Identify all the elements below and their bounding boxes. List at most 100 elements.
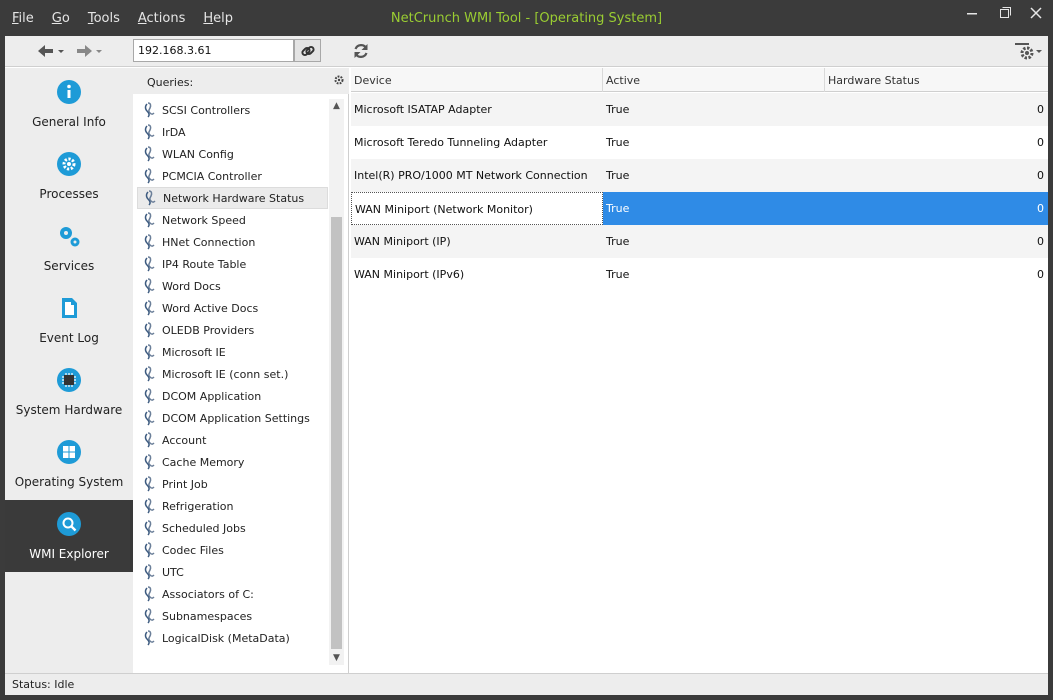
query-item[interactable]: HNet Connection — [137, 231, 328, 253]
menu-actions[interactable]: Actions — [138, 11, 186, 26]
nav-event-log[interactable]: Event Log — [5, 284, 133, 356]
query-item[interactable]: IrDA — [137, 121, 328, 143]
view-settings-button[interactable] — [1012, 40, 1044, 62]
query-item[interactable]: Scheduled Jobs — [137, 517, 328, 539]
query-item[interactable]: Cache Memory — [137, 451, 328, 473]
cell-active[interactable]: True — [603, 258, 825, 291]
query-item[interactable]: Microsoft IE (conn set.) — [137, 363, 328, 385]
nav-processes[interactable]: Processes — [5, 140, 133, 212]
menu-go[interactable]: Go — [52, 11, 70, 26]
table-row[interactable]: WAN Miniport (IP) True 0 — [351, 225, 1048, 258]
query-item[interactable]: LogicalDisk (MetaData) — [137, 627, 328, 649]
cell-device[interactable]: Microsoft Teredo Tunneling Adapter — [351, 126, 603, 159]
query-item[interactable]: Print Job — [137, 473, 328, 495]
nav-services[interactable]: Services — [5, 212, 133, 284]
grid-header: Device Active Hardware Status — [351, 68, 1048, 92]
connect-button[interactable] — [294, 39, 321, 62]
query-label: Scheduled Jobs — [162, 521, 246, 535]
menu-file[interactable]: File — [12, 11, 34, 26]
cell-hardware-status[interactable]: 0 — [825, 159, 1048, 192]
query-item[interactable]: Network Speed — [137, 209, 328, 231]
back-button[interactable] — [33, 40, 69, 62]
query-item[interactable]: Subnamespaces — [137, 605, 328, 627]
column-device[interactable]: Device — [351, 68, 603, 92]
scroll-thumb[interactable] — [331, 217, 342, 649]
query-icon — [144, 366, 155, 382]
cell-active[interactable]: True — [603, 93, 825, 126]
nav-system-hardware[interactable]: System Hardware — [5, 356, 133, 428]
nav-wmi-explorer[interactable]: WMI Explorer — [5, 500, 133, 572]
menu-tools[interactable]: Tools — [88, 11, 120, 26]
query-item[interactable]: DCOM Application — [137, 385, 328, 407]
query-item[interactable]: SCSI Controllers — [137, 99, 328, 121]
query-icon — [144, 278, 155, 294]
query-item[interactable]: OLEDB Providers — [137, 319, 328, 341]
query-item[interactable]: Network Hardware Status — [137, 187, 328, 209]
query-label: Network Speed — [162, 213, 246, 227]
cell-device[interactable]: WAN Miniport (Network Monitor) — [351, 192, 603, 225]
link-icon — [300, 45, 315, 56]
column-hardware-status[interactable]: Hardware Status — [825, 68, 1048, 92]
query-icon — [144, 146, 155, 162]
cell-device[interactable]: Microsoft ISATAP Adapter — [351, 93, 603, 126]
queries-scrollbar[interactable]: ▲ ▼ — [329, 99, 344, 665]
query-item[interactable]: Associators of C: — [137, 583, 328, 605]
nav-general-info[interactable]: General Info — [5, 68, 133, 140]
table-row[interactable]: WAN Miniport (Network Monitor) True 0 — [351, 192, 1048, 225]
cell-device[interactable]: Intel(R) PRO/1000 MT Network Connection — [351, 159, 603, 192]
query-icon — [144, 432, 155, 448]
info-icon — [57, 80, 81, 104]
query-label: Word Docs — [162, 279, 221, 293]
scroll-down-icon[interactable]: ▼ — [329, 651, 344, 665]
queries-gear-icon[interactable] — [333, 74, 345, 86]
cell-active[interactable]: True — [603, 159, 825, 192]
query-item[interactable]: Codec Files — [137, 539, 328, 561]
query-item[interactable]: Word Docs — [137, 275, 328, 297]
query-item[interactable]: Word Active Docs — [137, 297, 328, 319]
cell-device[interactable]: WAN Miniport (IP) — [351, 225, 603, 258]
query-item[interactable]: PCMCIA Controller — [137, 165, 328, 187]
query-item[interactable]: WLAN Config — [137, 143, 328, 165]
minimize-icon[interactable] — [955, 0, 989, 28]
status-bar: Status: Idle — [5, 673, 1048, 695]
cell-device[interactable]: WAN Miniport (IPv6) — [351, 258, 603, 291]
toolbar: 192.168.3.61 — [5, 36, 1048, 67]
query-label: Print Job — [162, 477, 208, 491]
cell-hardware-status[interactable]: 0 — [825, 258, 1048, 291]
query-label: Microsoft IE — [162, 345, 226, 359]
query-icon — [144, 630, 155, 646]
scroll-up-icon[interactable]: ▲ — [329, 99, 344, 113]
query-item[interactable]: IP4 Route Table — [137, 253, 328, 275]
restore-icon[interactable] — [988, 0, 1022, 28]
cell-hardware-status[interactable]: 0 — [825, 192, 1048, 225]
nav-operating-system[interactable]: Operating System — [5, 428, 133, 500]
table-row[interactable]: WAN Miniport (IPv6) True 0 — [351, 258, 1048, 291]
windows-icon — [57, 440, 81, 464]
query-label: SCSI Controllers — [162, 103, 251, 117]
menu-help[interactable]: Help — [203, 11, 233, 26]
cell-hardware-status[interactable]: 0 — [825, 126, 1048, 159]
query-item[interactable]: Account — [137, 429, 328, 451]
close-icon[interactable] — [1019, 0, 1053, 28]
cell-active[interactable]: True — [603, 192, 825, 225]
query-item[interactable]: Refrigeration — [137, 495, 328, 517]
table-row[interactable]: Microsoft Teredo Tunneling Adapter True 0 — [351, 126, 1048, 159]
cell-hardware-status[interactable]: 0 — [825, 93, 1048, 126]
query-label: WLAN Config — [162, 147, 234, 161]
gears-icon — [57, 224, 81, 248]
address-input[interactable]: 192.168.3.61 — [133, 39, 294, 62]
table-row[interactable]: Microsoft ISATAP Adapter True 0 — [351, 93, 1048, 126]
table-row[interactable]: Intel(R) PRO/1000 MT Network Connection T… — [351, 159, 1048, 192]
refresh-button[interactable] — [349, 40, 373, 62]
query-item[interactable]: DCOM Application Settings — [137, 407, 328, 429]
query-icon — [144, 564, 155, 580]
forward-button[interactable] — [71, 40, 107, 62]
query-label: PCMCIA Controller — [162, 169, 262, 183]
query-item[interactable]: Microsoft IE — [137, 341, 328, 363]
query-item[interactable]: UTC — [137, 561, 328, 583]
cell-active[interactable]: True — [603, 126, 825, 159]
cell-hardware-status[interactable]: 0 — [825, 225, 1048, 258]
query-icon — [144, 586, 155, 602]
column-active[interactable]: Active — [603, 68, 825, 92]
cell-active[interactable]: True — [603, 225, 825, 258]
